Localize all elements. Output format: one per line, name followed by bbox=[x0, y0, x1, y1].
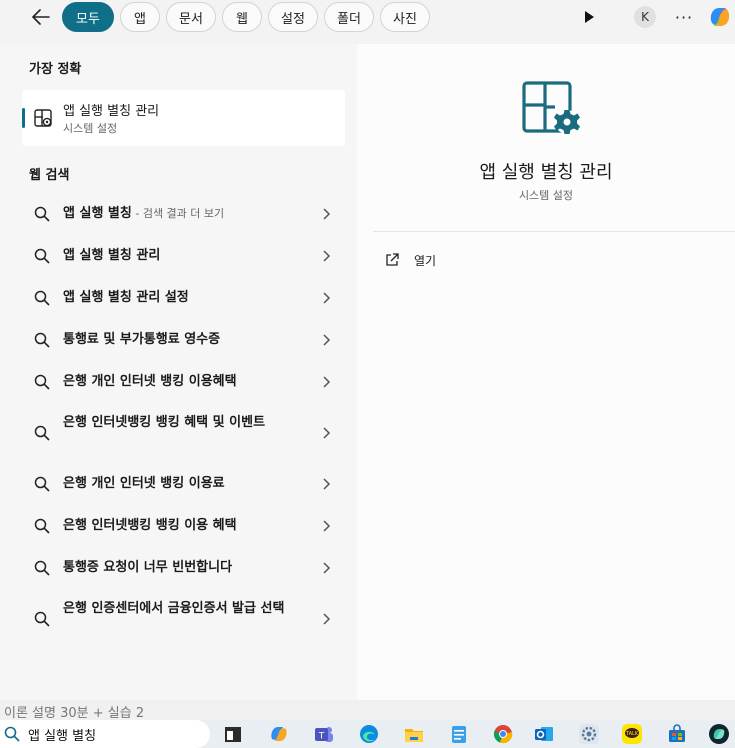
settings-gear-icon[interactable] bbox=[578, 723, 600, 745]
copilot-icon[interactable] bbox=[708, 723, 730, 745]
web-result-suffix: - 검색 결과 더 보기 bbox=[131, 207, 225, 220]
background-text: 이론 설명 30분 + 실습 2 bbox=[4, 706, 145, 720]
preview-divider bbox=[373, 231, 735, 232]
search-icon bbox=[34, 476, 50, 492]
web-result-label: 통행료 및 부가통행료 영수증 bbox=[63, 332, 221, 347]
chrome-icon[interactable] bbox=[492, 723, 514, 745]
search-icon bbox=[34, 206, 50, 222]
taskbar-search-input[interactable] bbox=[28, 726, 198, 742]
result-preview-panel: 앱 실행 별칭 관리 시스템 설정 열기 bbox=[357, 44, 735, 700]
search-icon bbox=[34, 611, 50, 627]
best-match-heading: 가장 정확 bbox=[29, 62, 82, 77]
chevron-right-icon bbox=[323, 376, 331, 388]
web-search-result[interactable]: 통행료 및 부가통행료 영수증 bbox=[22, 329, 345, 351]
chevron-right-icon bbox=[323, 478, 331, 490]
web-result-label: 은행 인증센터에서 금융인증서 발급 선택 bbox=[63, 601, 285, 616]
terminal-icon[interactable] bbox=[222, 723, 244, 745]
chevron-right-icon bbox=[323, 250, 331, 262]
web-search-result[interactable]: 은행 인터넷뱅킹 뱅킹 혜택 및 이벤트 bbox=[22, 412, 345, 454]
back-button[interactable] bbox=[26, 4, 56, 30]
kakaotalk-icon[interactable]: TALK bbox=[621, 723, 643, 745]
web-result-label: 앱 실행 별칭 bbox=[63, 206, 132, 221]
search-icon bbox=[34, 560, 50, 576]
filter-chip-all[interactable]: 모두 bbox=[62, 2, 114, 32]
best-match-title: 앱 실행 별칭 관리 bbox=[63, 104, 160, 119]
chevron-right-icon bbox=[323, 520, 331, 532]
filter-chip-folders[interactable]: 폴더 bbox=[324, 2, 374, 32]
taskbar: T TALK bbox=[0, 720, 735, 748]
copilot-icon[interactable] bbox=[706, 3, 734, 31]
open-button[interactable]: 열기 bbox=[377, 248, 577, 272]
avatar[interactable]: K bbox=[634, 6, 656, 28]
web-search-result[interactable]: 은행 인터넷뱅킹 뱅킹 이용 혜택 bbox=[22, 515, 345, 537]
web-result-label: 은행 인터넷뱅킹 뱅킹 혜택 및 이벤트 bbox=[63, 415, 266, 430]
preview-title: 앱 실행 별칭 관리 bbox=[479, 162, 613, 183]
filter-chip-web[interactable]: 웹 bbox=[222, 2, 262, 32]
search-icon bbox=[34, 290, 50, 306]
more-options-button[interactable]: ··· bbox=[672, 7, 696, 27]
filter-chip-photos[interactable]: 사진 bbox=[380, 2, 430, 32]
web-result-label: 은행 인터넷뱅킹 뱅킹 이용 혜택 bbox=[63, 518, 237, 533]
search-filter-bar: 모두 앱 문서 웹 설정 폴더 사진 K ··· bbox=[0, 0, 735, 34]
web-result-label: 은행 개인 인터넷 뱅킹 이용료 bbox=[63, 476, 225, 491]
copilot-icon[interactable] bbox=[268, 723, 290, 745]
app-settings-icon bbox=[34, 109, 52, 127]
chevron-right-icon bbox=[323, 334, 331, 346]
store-icon[interactable] bbox=[666, 723, 688, 745]
preview-subtitle: 시스템 설정 bbox=[518, 189, 574, 202]
web-result-label: 앱 실행 별칭 관리 bbox=[63, 248, 161, 263]
web-result-label: 은행 개인 인터넷 뱅킹 이용혜택 bbox=[63, 374, 237, 389]
search-icon bbox=[34, 374, 50, 390]
chevron-right-icon bbox=[323, 292, 331, 304]
open-label: 열기 bbox=[414, 253, 437, 268]
search-icon bbox=[34, 248, 50, 264]
best-match-result[interactable]: 앱 실행 별칭 관리 시스템 설정 bbox=[22, 90, 345, 146]
selection-indicator bbox=[22, 108, 25, 128]
app-settings-icon bbox=[522, 81, 580, 134]
search-icon bbox=[34, 518, 50, 534]
web-search-result[interactable]: 은행 인증센터에서 금융인증서 발급 선택 bbox=[22, 598, 345, 640]
search-results-panel: 가장 정확 앱 실행 별칭 관리 시스템 설정 웹 검색 앱 실행 별칭 - 검… bbox=[0, 44, 357, 700]
web-search-result[interactable]: 은행 개인 인터넷 뱅킹 이용료 bbox=[22, 473, 345, 495]
web-result-label: 통행증 요청이 너무 빈번합니다 bbox=[63, 560, 233, 575]
open-external-icon bbox=[386, 253, 399, 266]
svg-text:T: T bbox=[318, 732, 325, 742]
file-explorer-icon[interactable] bbox=[403, 723, 425, 745]
web-search-result[interactable]: 은행 개인 인터넷 뱅킹 이용혜택 bbox=[22, 371, 345, 393]
edge-icon[interactable] bbox=[358, 723, 380, 745]
chevron-right-icon bbox=[323, 562, 331, 574]
web-result-label: 앱 실행 별칭 관리 설정 bbox=[63, 290, 189, 305]
search-icon bbox=[34, 332, 50, 348]
chevron-right-icon bbox=[323, 613, 331, 625]
web-search-result[interactable]: 앱 실행 별칭 관리 설정 bbox=[22, 287, 345, 309]
search-icon bbox=[34, 425, 50, 441]
filter-chip-documents[interactable]: 문서 bbox=[166, 2, 216, 32]
web-search-result[interactable]: 앱 실행 별칭 관리 bbox=[22, 245, 345, 267]
chevron-right-icon bbox=[323, 208, 331, 220]
play-icon[interactable] bbox=[580, 8, 598, 26]
filter-chips: 모두 앱 문서 웹 설정 폴더 사진 bbox=[62, 2, 430, 32]
svg-text:TALK: TALK bbox=[625, 731, 639, 737]
filter-chip-settings[interactable]: 설정 bbox=[268, 2, 318, 32]
chevron-right-icon bbox=[323, 427, 331, 439]
web-search-result[interactable]: 앱 실행 별칭 - 검색 결과 더 보기 bbox=[22, 203, 345, 225]
background-window: 이론 설명 30분 + 실습 2 bbox=[0, 700, 735, 720]
filter-chip-apps[interactable]: 앱 bbox=[120, 2, 160, 32]
best-match-subtitle: 시스템 설정 bbox=[63, 122, 118, 135]
taskbar-search-box[interactable] bbox=[0, 720, 210, 748]
outlook-icon[interactable] bbox=[533, 723, 555, 745]
teams-icon[interactable]: T bbox=[313, 723, 335, 745]
notepad-icon[interactable] bbox=[448, 723, 470, 745]
back-arrow-icon bbox=[32, 9, 50, 25]
web-search-result[interactable]: 통행증 요청이 너무 빈번합니다 bbox=[22, 557, 345, 579]
web-search-heading: 웹 검색 bbox=[29, 168, 70, 183]
search-icon bbox=[4, 726, 20, 742]
